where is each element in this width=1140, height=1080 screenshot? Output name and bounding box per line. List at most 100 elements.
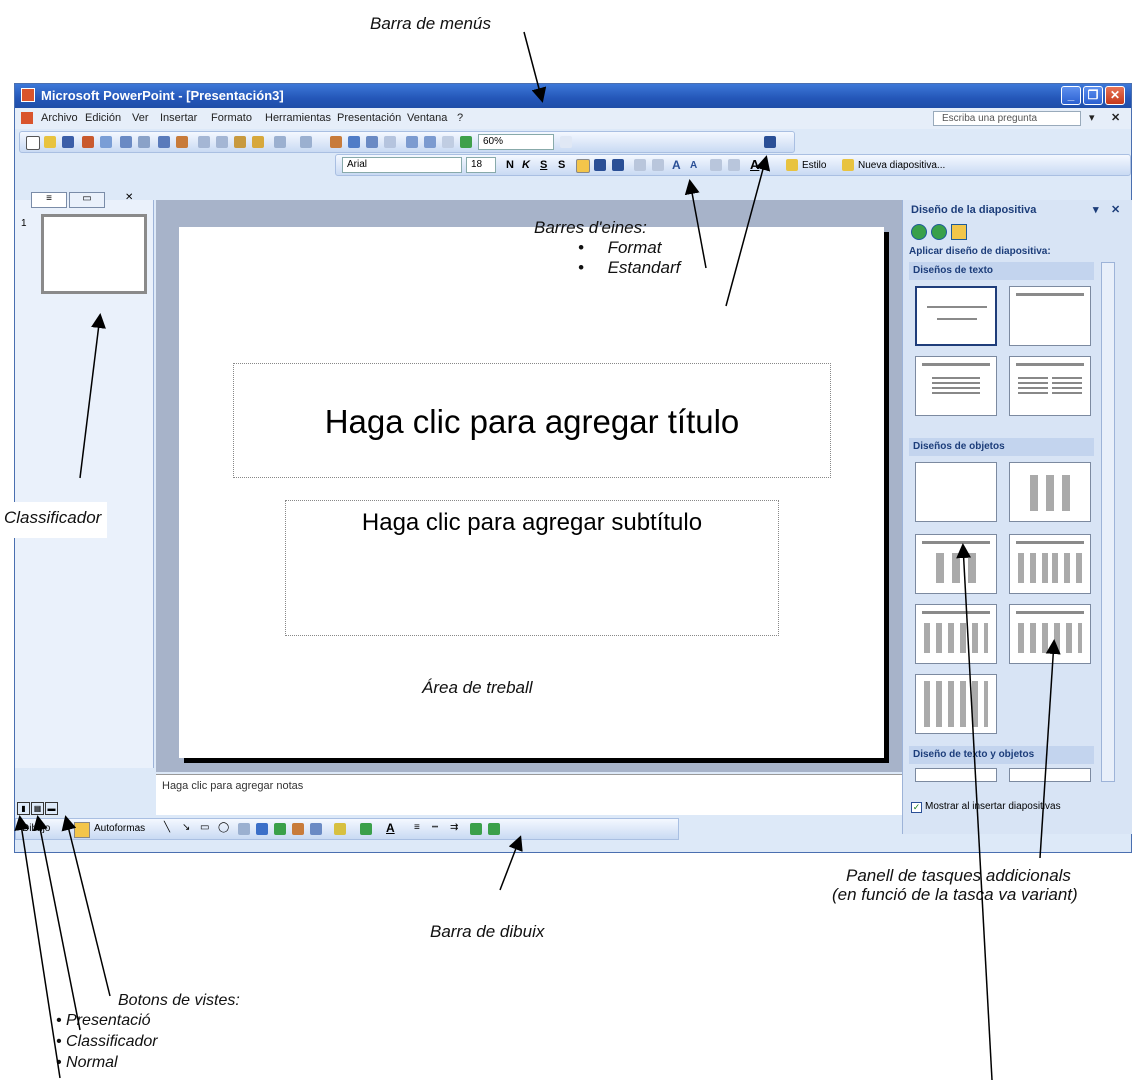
menu-insertar[interactable]: Insertar: [160, 112, 197, 124]
numbering-icon[interactable]: [634, 159, 646, 171]
outline-tab[interactable]: ≡: [31, 192, 67, 208]
design-button[interactable]: Estilo: [802, 160, 826, 171]
spelling-icon[interactable]: [158, 136, 170, 148]
layout-content[interactable]: [1009, 462, 1091, 522]
menu-edicion[interactable]: Edición: [85, 112, 121, 124]
grid-icon[interactable]: [442, 136, 454, 148]
rectangle-icon[interactable]: ▭: [200, 822, 209, 833]
autoshapes-menu-button[interactable]: Autoformas: [94, 823, 145, 834]
zoom-dropdown-icon[interactable]: [560, 136, 572, 148]
fill-color-icon[interactable]: [334, 823, 346, 835]
forward-icon[interactable]: [931, 224, 947, 240]
document-icon[interactable]: [21, 112, 33, 124]
zoom-combo[interactable]: 60%: [478, 134, 554, 150]
layout-title-text[interactable]: [915, 356, 997, 416]
bold-button[interactable]: N: [506, 159, 514, 171]
expand-all-icon[interactable]: [406, 136, 418, 148]
textbox-icon[interactable]: [238, 823, 250, 835]
paste-icon[interactable]: [234, 136, 246, 148]
redo-icon[interactable]: [300, 136, 312, 148]
layout-title-content-two[interactable]: [915, 604, 997, 664]
task-pane-close-icon[interactable]: ✕: [1111, 203, 1120, 216]
clipart-icon[interactable]: [292, 823, 304, 835]
layout-title-four-content[interactable]: [1009, 604, 1091, 664]
layout-title-slide[interactable]: [915, 286, 997, 346]
dash-style-icon[interactable]: ┅: [432, 822, 438, 833]
font-color-icon[interactable]: A: [750, 157, 759, 172]
home-icon[interactable]: [951, 224, 967, 240]
layout-text-object-1[interactable]: [915, 768, 997, 782]
restore-button[interactable]: ❐: [1083, 86, 1103, 105]
hyperlink-icon[interactable]: [384, 136, 396, 148]
layout-title-two-columns[interactable]: [1009, 356, 1091, 416]
title-placeholder[interactable]: Haga clic para agregar título: [233, 363, 831, 478]
layout-blank[interactable]: [915, 462, 997, 522]
email-icon[interactable]: [100, 136, 112, 148]
color-grayscale-icon[interactable]: [460, 136, 472, 148]
task-pane-scrollbar[interactable]: [1101, 262, 1115, 782]
close-pane-icon[interactable]: ✕: [125, 192, 133, 203]
menu-ver[interactable]: Ver: [132, 112, 149, 124]
underline-button[interactable]: S: [540, 159, 547, 171]
notes-pane[interactable]: Haga clic para agregar notas: [156, 774, 902, 815]
oval-icon[interactable]: ◯: [218, 822, 229, 833]
layout-title-only[interactable]: [1009, 286, 1091, 346]
cut-icon[interactable]: [198, 136, 210, 148]
menu-presentacion[interactable]: Presentación: [337, 112, 401, 124]
menu-formato[interactable]: Formato: [211, 112, 252, 124]
normal-view-button[interactable]: ▮: [17, 802, 30, 815]
shadow-button[interactable]: S: [558, 159, 565, 171]
menu-help[interactable]: ?: [457, 112, 463, 124]
show-formatting-icon[interactable]: [424, 136, 436, 148]
ask-dropdown-icon[interactable]: ▾: [1089, 111, 1095, 124]
close-button[interactable]: ✕: [1105, 86, 1125, 105]
help-icon[interactable]: [764, 136, 776, 148]
new-slide-icon[interactable]: [842, 159, 854, 171]
new-slide-button[interactable]: Nueva diapositiva...: [858, 160, 945, 171]
print-icon[interactable]: [120, 136, 132, 148]
bullets-icon[interactable]: [652, 159, 664, 171]
research-icon[interactable]: [176, 136, 188, 148]
chart-icon[interactable]: [330, 136, 342, 148]
line-icon[interactable]: ╲: [164, 822, 170, 833]
format-painter-icon[interactable]: [252, 136, 264, 148]
copy-icon[interactable]: [216, 136, 228, 148]
minimize-button[interactable]: _: [1061, 86, 1081, 105]
menu-archivo[interactable]: Archivo: [41, 112, 78, 124]
font-combo[interactable]: Arial: [342, 157, 462, 173]
task-pane-dropdown-icon[interactable]: ▾: [1093, 203, 1099, 216]
diagram-icon[interactable]: [274, 823, 286, 835]
layout-title-content[interactable]: [915, 534, 997, 594]
undo-icon[interactable]: [274, 136, 286, 148]
menu-herramientas[interactable]: Herramientas: [265, 112, 331, 124]
increase-indent-icon[interactable]: [728, 159, 740, 171]
align-center-icon[interactable]: [594, 159, 606, 171]
open-icon[interactable]: [44, 136, 56, 148]
slides-tab[interactable]: ▭: [69, 192, 105, 208]
layout-text-object-2[interactable]: [1009, 768, 1091, 782]
print-preview-icon[interactable]: [138, 136, 150, 148]
picture-icon[interactable]: [310, 823, 322, 835]
layout-four-content[interactable]: [915, 674, 997, 734]
new-icon[interactable]: [26, 136, 40, 150]
increase-font-icon[interactable]: A: [672, 158, 681, 172]
back-icon[interactable]: [911, 224, 927, 240]
font-color-draw-icon[interactable]: A: [386, 821, 395, 835]
wordart-icon[interactable]: [256, 823, 268, 835]
close-document-icon[interactable]: ✕: [1111, 111, 1120, 124]
decrease-indent-icon[interactable]: [710, 159, 722, 171]
shadow-style-icon[interactable]: [470, 823, 482, 835]
line-style-icon[interactable]: ≡: [414, 822, 420, 833]
decrease-font-icon[interactable]: A: [690, 160, 697, 171]
arrow-icon[interactable]: ↘: [182, 822, 190, 833]
permission-icon[interactable]: [82, 136, 94, 148]
menu-ventana[interactable]: Ventana: [407, 112, 447, 124]
slideshow-view-button[interactable]: ▬: [45, 802, 58, 815]
select-objects-icon[interactable]: [74, 822, 90, 838]
italic-button[interactable]: K: [522, 159, 530, 171]
ask-question-input[interactable]: Escriba una pregunta: [933, 111, 1081, 126]
font-size-combo[interactable]: 18: [466, 157, 496, 173]
align-right-icon[interactable]: [612, 159, 624, 171]
show-on-insert-checkbox[interactable]: ✓: [911, 802, 922, 813]
draw-menu-button[interactable]: Dibujo: [22, 823, 50, 834]
